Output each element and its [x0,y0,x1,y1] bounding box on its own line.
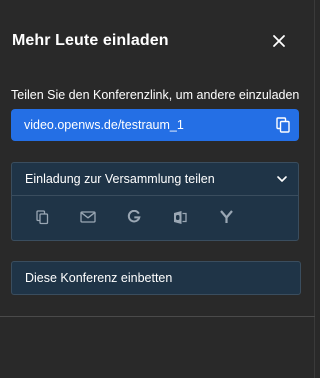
outlook-icon [174,210,187,224]
share-invitation-panel: Einladung zur Versammlung teilen [11,162,299,241]
email-share-button[interactable] [78,207,98,227]
invite-dialog: Mehr Leute einladen Teilen Sie den Konfe… [0,0,315,378]
yahoo-share-button[interactable] [216,207,236,227]
embed-conference-button[interactable]: Diese Konferenz einbetten [11,261,301,295]
yahoo-icon [219,210,233,223]
copy-invitation-button[interactable] [32,207,52,227]
dialog-title: Mehr Leute einladen [12,32,169,49]
embed-conference-label: Diese Konferenz einbetten [25,271,173,285]
share-options-row [12,203,298,233]
footer-divider [0,316,315,317]
conference-link-copy-button[interactable]: video.openws.de/testraum_1 [11,109,299,141]
close-button[interactable] [268,30,290,52]
share-link-label: Teilen Sie den Konferenzlink, um andere … [11,88,300,102]
conference-link-text: video.openws.de/testraum_1 [24,118,184,132]
share-invitation-label: Einladung zur Versammlung teilen [25,172,215,186]
copy-icon [35,209,48,224]
google-icon [127,210,141,223]
email-icon [80,211,96,223]
chevron-down-icon [277,176,287,182]
google-calendar-share-button[interactable] [124,207,144,227]
close-icon [273,35,285,47]
copy-icon [276,117,290,133]
share-invitation-toggle[interactable]: Einladung zur Versammlung teilen [12,163,298,196]
outlook-share-button[interactable] [170,207,190,227]
